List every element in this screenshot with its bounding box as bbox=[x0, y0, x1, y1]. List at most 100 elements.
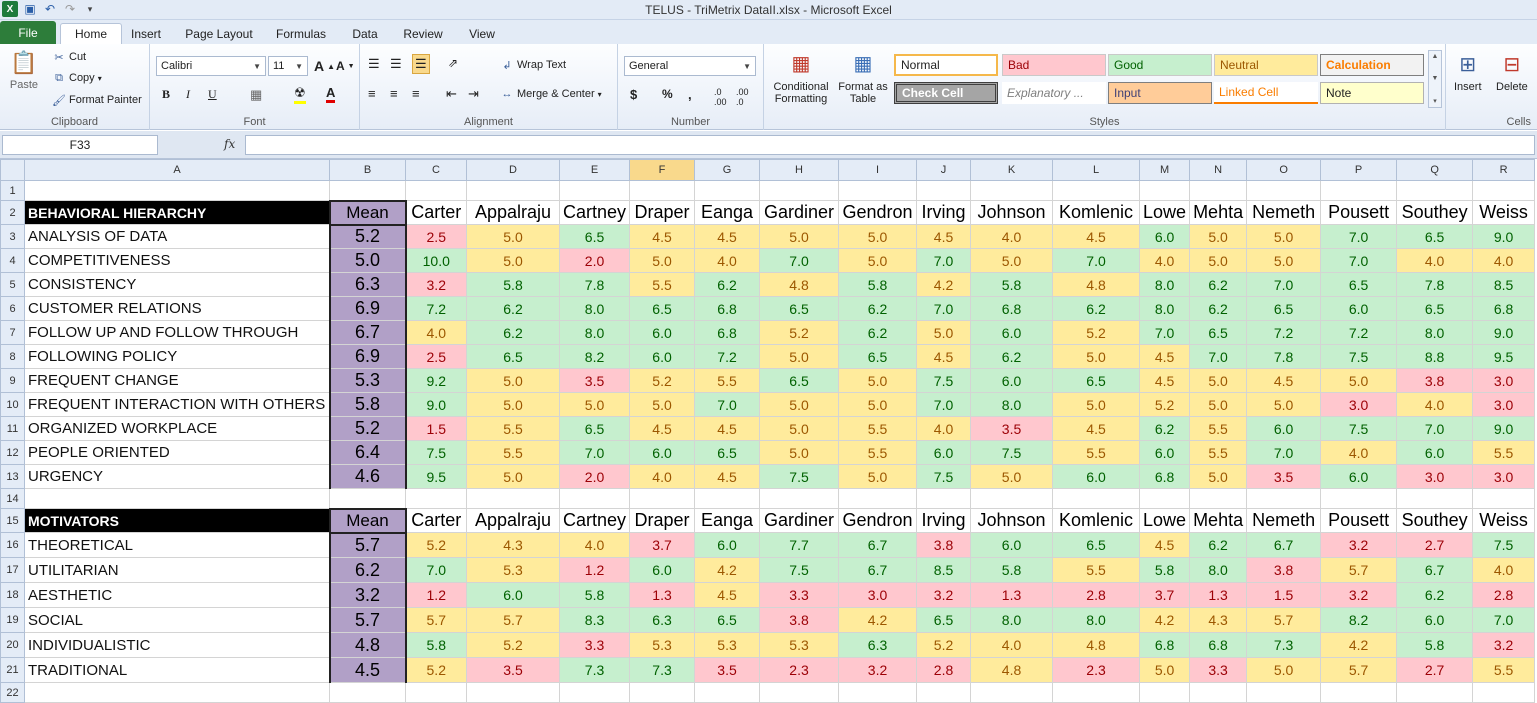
score-cell[interactable]: 5.0 bbox=[838, 368, 918, 393]
score-cell[interactable]: 5.0 bbox=[916, 320, 972, 345]
score-cell[interactable]: 6.7 bbox=[838, 557, 918, 583]
score-cell[interactable]: 4.2 bbox=[1139, 607, 1191, 633]
score-cell[interactable]: 4.5 bbox=[1139, 368, 1191, 393]
style-normal[interactable]: Normal bbox=[894, 54, 998, 76]
row-header[interactable]: 3 bbox=[0, 224, 25, 249]
score-cell[interactable]: 5.2 bbox=[405, 657, 467, 683]
style-input[interactable]: Input bbox=[1108, 82, 1212, 104]
score-cell[interactable]: 6.7 bbox=[838, 532, 918, 558]
score-cell[interactable]: 6.2 bbox=[1189, 296, 1248, 321]
score-cell[interactable]: 9.0 bbox=[1472, 416, 1536, 441]
score-cell[interactable]: 6.2 bbox=[1052, 296, 1141, 321]
score-cell[interactable]: 2.5 bbox=[405, 224, 467, 249]
score-cell[interactable]: 3.2 bbox=[405, 272, 467, 297]
score-cell[interactable]: 7.0 bbox=[1320, 248, 1398, 273]
person-name[interactable]: Nemeth bbox=[1246, 508, 1322, 533]
score-cell[interactable]: 8.0 bbox=[1139, 272, 1191, 297]
grow-font-button[interactable]: A ▲ bbox=[314, 58, 335, 74]
score-cell[interactable]: 5.5 bbox=[1189, 416, 1248, 441]
score-cell[interactable]: 5.2 bbox=[1139, 392, 1191, 417]
score-cell[interactable]: 5.0 bbox=[1052, 344, 1141, 369]
score-cell[interactable]: 9.5 bbox=[405, 464, 467, 489]
score-cell[interactable]: 5.0 bbox=[629, 392, 696, 417]
person-name[interactable]: Southey bbox=[1396, 200, 1474, 225]
score-cell[interactable]: 5.8 bbox=[1139, 557, 1191, 583]
score-cell[interactable]: 6.2 bbox=[466, 320, 560, 345]
score-cell[interactable]: 4.5 bbox=[916, 344, 972, 369]
mean-header[interactable]: Mean bbox=[328, 199, 407, 226]
cell[interactable] bbox=[24, 488, 330, 509]
mean-value[interactable]: 6.4 bbox=[328, 440, 407, 465]
score-cell[interactable]: 6.0 bbox=[1052, 464, 1141, 489]
score-cell[interactable]: 6.7 bbox=[1396, 557, 1474, 583]
cell[interactable] bbox=[1246, 180, 1322, 201]
row-header[interactable]: 5 bbox=[0, 272, 25, 297]
score-cell[interactable]: 7.0 bbox=[1246, 272, 1322, 297]
score-cell[interactable]: 6.8 bbox=[1189, 632, 1248, 658]
fill-color-button[interactable]: ☢ bbox=[294, 85, 306, 104]
trait-label[interactable]: INDIVIDUALISTIC bbox=[24, 632, 330, 658]
person-name[interactable]: Appalraju bbox=[466, 200, 560, 225]
conditional-formatting-button[interactable]: ▦ Conditional Formatting bbox=[768, 50, 834, 105]
score-cell[interactable]: 3.0 bbox=[1396, 464, 1474, 489]
score-cell[interactable]: 6.3 bbox=[629, 607, 696, 633]
row-header[interactable]: 7 bbox=[0, 320, 25, 345]
score-cell[interactable]: 3.2 bbox=[916, 582, 972, 608]
score-cell[interactable]: 4.0 bbox=[1396, 392, 1474, 417]
person-name[interactable]: Irving bbox=[916, 508, 972, 533]
score-cell[interactable]: 5.0 bbox=[1320, 368, 1398, 393]
align-left-button[interactable]: ≡ bbox=[368, 86, 376, 101]
score-cell[interactable]: 1.2 bbox=[405, 582, 467, 608]
score-cell[interactable]: 6.5 bbox=[1189, 320, 1248, 345]
score-cell[interactable]: 3.8 bbox=[1396, 368, 1474, 393]
cell[interactable] bbox=[1472, 180, 1536, 201]
score-cell[interactable]: 7.2 bbox=[1320, 320, 1398, 345]
score-cell[interactable]: 4.0 bbox=[970, 632, 1054, 658]
cell[interactable] bbox=[629, 488, 696, 509]
score-cell[interactable]: 3.7 bbox=[629, 532, 696, 558]
score-cell[interactable]: 4.0 bbox=[1472, 248, 1536, 273]
cell[interactable] bbox=[1052, 180, 1141, 201]
score-cell[interactable]: 4.0 bbox=[1396, 248, 1474, 273]
score-cell[interactable]: 5.0 bbox=[759, 416, 840, 441]
score-cell[interactable]: 1.5 bbox=[1246, 582, 1322, 608]
score-cell[interactable]: 5.0 bbox=[466, 224, 560, 249]
score-cell[interactable]: 1.3 bbox=[1189, 582, 1248, 608]
score-cell[interactable]: 4.0 bbox=[970, 224, 1054, 249]
score-cell[interactable]: 4.8 bbox=[1052, 272, 1141, 297]
score-cell[interactable]: 6.0 bbox=[970, 532, 1054, 558]
person-name[interactable]: Draper bbox=[629, 508, 696, 533]
score-cell[interactable]: 8.0 bbox=[1396, 320, 1474, 345]
score-cell[interactable]: 10.0 bbox=[405, 248, 467, 273]
score-cell[interactable]: 6.2 bbox=[1139, 416, 1191, 441]
score-cell[interactable]: 5.2 bbox=[916, 632, 972, 658]
person-name[interactable]: Pousett bbox=[1320, 508, 1398, 533]
score-cell[interactable]: 7.0 bbox=[1139, 320, 1191, 345]
score-cell[interactable]: 4.0 bbox=[629, 464, 696, 489]
align-bottom-button[interactable]: ☰ bbox=[412, 54, 430, 74]
cell[interactable] bbox=[1320, 488, 1398, 509]
row-header[interactable]: 8 bbox=[0, 344, 25, 369]
row-header[interactable]: 12 bbox=[0, 440, 25, 465]
score-cell[interactable]: 5.5 bbox=[694, 368, 761, 393]
merge-center-button[interactable]: ↔ Merge & Center ▾ bbox=[500, 87, 602, 101]
person-name[interactable]: Eanga bbox=[694, 508, 761, 533]
column-header-n[interactable]: N bbox=[1189, 159, 1248, 181]
currency-button[interactable]: $ bbox=[630, 87, 637, 102]
score-cell[interactable]: 6.5 bbox=[759, 296, 840, 321]
score-cell[interactable]: 2.3 bbox=[759, 657, 840, 683]
score-cell[interactable]: 5.8 bbox=[970, 557, 1054, 583]
score-cell[interactable]: 1.3 bbox=[629, 582, 696, 608]
mean-value[interactable]: 5.7 bbox=[328, 532, 407, 558]
mean-value[interactable]: 6.9 bbox=[328, 344, 407, 369]
score-cell[interactable]: 1.3 bbox=[970, 582, 1054, 608]
score-cell[interactable]: 7.8 bbox=[558, 272, 631, 297]
score-cell[interactable]: 3.5 bbox=[970, 416, 1054, 441]
mean-value[interactable]: 4.5 bbox=[328, 657, 407, 683]
score-cell[interactable]: 7.0 bbox=[916, 248, 972, 273]
column-header-q[interactable]: Q bbox=[1396, 159, 1474, 181]
score-cell[interactable]: 6.2 bbox=[838, 320, 918, 345]
score-cell[interactable]: 6.0 bbox=[1396, 607, 1474, 633]
cell[interactable] bbox=[1189, 488, 1248, 509]
score-cell[interactable]: 4.5 bbox=[1139, 344, 1191, 369]
